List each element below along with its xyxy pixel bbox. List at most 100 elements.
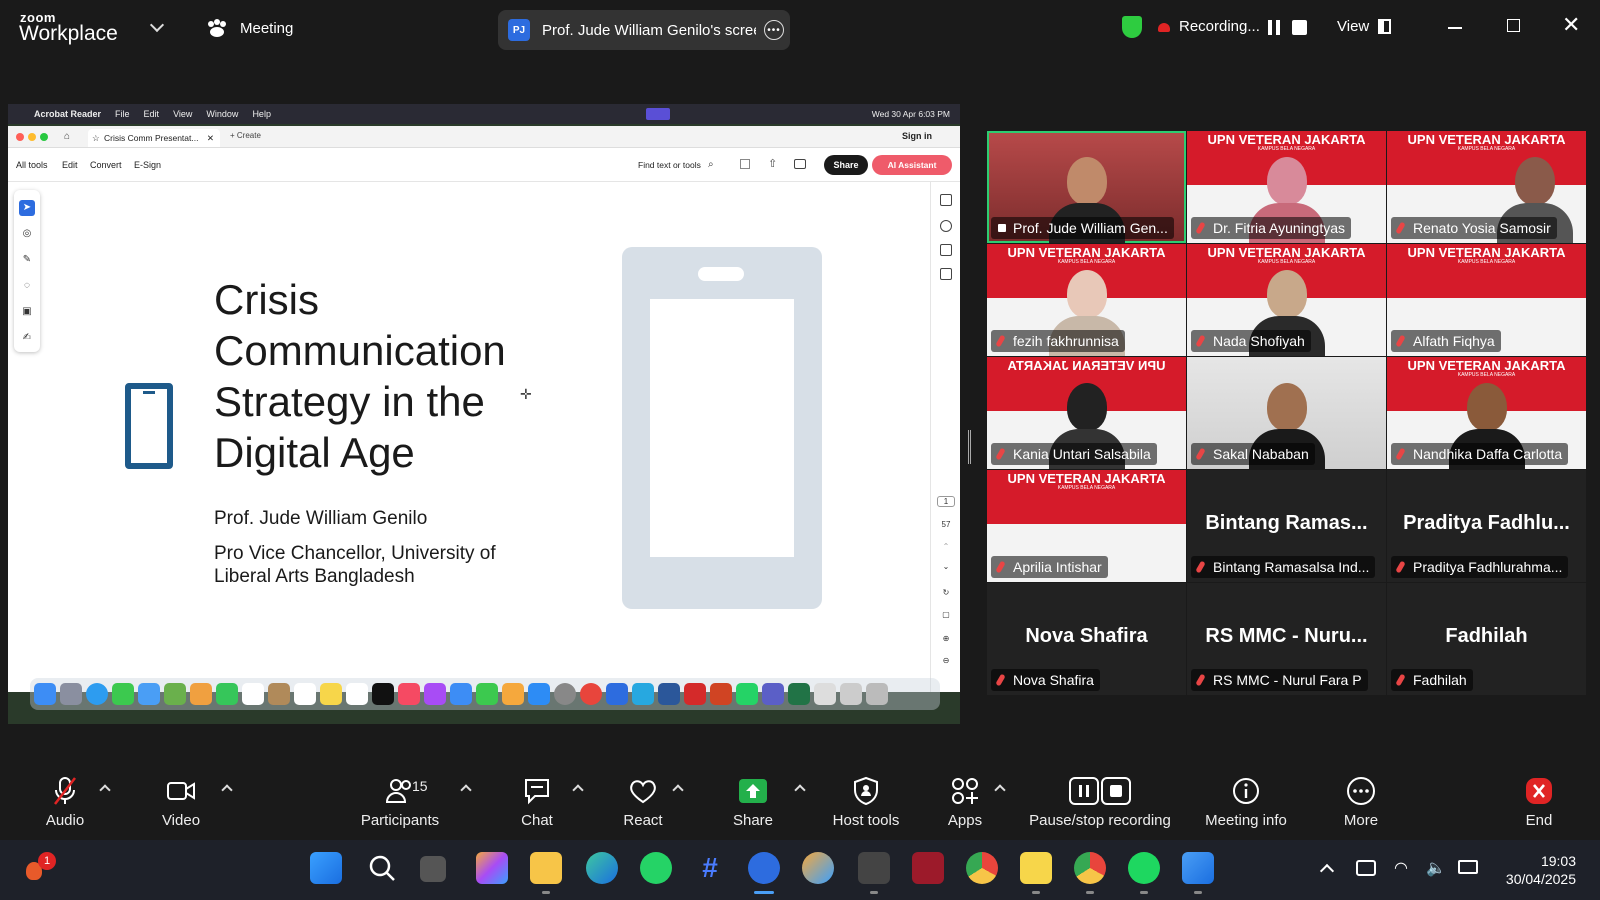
wifi-icon[interactable]: ◠ bbox=[1394, 858, 1408, 878]
close-window-icon[interactable]: ✕ bbox=[1562, 14, 1580, 36]
participant-name: Praditya Fadhlurahma... bbox=[1391, 556, 1569, 578]
mendeley-icon[interactable] bbox=[912, 852, 944, 884]
windows-taskbar: 1 # ◠ 🔈 19:03 30/04/2025 bbox=[0, 840, 1600, 900]
video-tile-off[interactable]: Praditya Fadhlu... Praditya Fadhlurahma.… bbox=[1387, 470, 1586, 582]
view-layout-icon[interactable] bbox=[1378, 19, 1391, 34]
paint-icon[interactable] bbox=[802, 852, 834, 884]
chat-button[interactable]: Chat bbox=[512, 776, 562, 829]
video-tile-off[interactable]: Bintang Ramas... Bintang Ramasalsa Ind..… bbox=[1187, 470, 1386, 582]
file-explorer-icon[interactable] bbox=[530, 852, 562, 884]
launchpad-icon bbox=[60, 683, 82, 705]
banner-subtext: KAMPUS BELA NEGARA bbox=[1057, 259, 1116, 265]
video-tile-off[interactable]: Nova Shafira Nova Shafira bbox=[987, 583, 1186, 695]
meeting-menu[interactable]: Meeting bbox=[206, 18, 293, 38]
phone-speaker bbox=[698, 267, 744, 281]
pause-stop-recording-button[interactable]: Pause/stop recording bbox=[1024, 776, 1176, 829]
audio-button[interactable]: Audio bbox=[40, 776, 90, 829]
video-options-caret-icon[interactable] bbox=[221, 784, 233, 796]
participant-name: Renato Yosia Samosir bbox=[1391, 217, 1557, 239]
split-resize-handle[interactable] bbox=[968, 430, 971, 464]
sticky-notes-icon[interactable] bbox=[1020, 852, 1052, 884]
host-tools-button[interactable]: Host tools bbox=[826, 776, 906, 829]
input-indicator-icon[interactable] bbox=[1356, 860, 1376, 876]
task-view-icon[interactable] bbox=[420, 856, 446, 882]
meeting-info-button[interactable]: Meeting info bbox=[1196, 776, 1296, 829]
start-icon[interactable] bbox=[310, 852, 342, 884]
edit-menu: Edit bbox=[62, 160, 78, 170]
minimize-icon[interactable] bbox=[1448, 27, 1462, 29]
system-clock[interactable]: 19:03 30/04/2025 bbox=[1506, 852, 1576, 888]
stop-recording-icon[interactable] bbox=[1292, 20, 1307, 35]
pause-recording-icon[interactable] bbox=[1268, 20, 1280, 35]
zoom-taskbar-icon[interactable] bbox=[748, 852, 780, 884]
spotify-icon[interactable] bbox=[1128, 852, 1160, 884]
meeting-label: Meeting bbox=[240, 19, 294, 37]
participant-display-name: Bintang Ramas... bbox=[1205, 512, 1368, 534]
whatsapp-icon[interactable] bbox=[640, 852, 672, 884]
video-tile-active-speaker[interactable]: Prof. Jude William Gen... bbox=[987, 131, 1186, 243]
chat-options-caret-icon[interactable] bbox=[572, 784, 584, 796]
chrome-icon[interactable] bbox=[966, 852, 998, 884]
participant-name: Fadhilah bbox=[1391, 669, 1473, 691]
volume-icon[interactable]: 🔈 bbox=[1426, 858, 1446, 878]
video-tile[interactable]: UPN VETERAN JAKARTA KAMPUS BELA NEGARA N… bbox=[1387, 357, 1586, 469]
participant-name: Nada Shofiyah bbox=[1191, 330, 1311, 352]
calculator-indicator bbox=[870, 891, 878, 894]
video-tile[interactable]: UPN VETERAN JAKARTA KAMPUS BELA NEGARA f… bbox=[987, 244, 1186, 356]
meeting-info-label: Meeting info bbox=[1205, 812, 1287, 829]
mac-close-icon bbox=[16, 133, 24, 141]
video-tile[interactable]: UPN VETERAN JAKARTA KAMPUS BELA NEGARA N… bbox=[1187, 244, 1386, 356]
banner-text: UPN VETERAN JAKARTA bbox=[1407, 358, 1566, 373]
more-button[interactable]: More bbox=[1336, 776, 1386, 829]
video-tile[interactable]: UPN VETERAN JAKARTA Kania Untari Salsabi… bbox=[987, 357, 1186, 469]
video-tile[interactable]: Sakal Nababan bbox=[1187, 357, 1386, 469]
pages-icon bbox=[502, 683, 524, 705]
finder-icon bbox=[34, 683, 56, 705]
bookmark-panel-icon bbox=[940, 244, 952, 256]
video-tile[interactable]: UPN VETERAN JAKARTA KAMPUS BELA NEGARA R… bbox=[1387, 131, 1586, 243]
share-screen-button[interactable]: Share bbox=[728, 776, 778, 829]
copilot-icon[interactable] bbox=[476, 852, 508, 884]
workplace-chevron-down-icon[interactable] bbox=[149, 17, 165, 33]
search-panel-icon bbox=[940, 220, 952, 232]
participants-button[interactable]: 15 Participants bbox=[356, 776, 444, 829]
slide-title: Crisis Communication Strategy in the Dig… bbox=[214, 276, 506, 476]
search-icon[interactable] bbox=[366, 852, 398, 884]
share-options-icon[interactable]: ••• bbox=[764, 20, 784, 40]
video-tile[interactable]: UPN VETERAN JAKARTA KAMPUS BELA NEGARA A… bbox=[987, 470, 1186, 582]
slack-style-icon[interactable]: # bbox=[694, 852, 726, 884]
video-tile-off[interactable]: RS MMC - Nuru... RS MMC - Nurul Fara P bbox=[1187, 583, 1386, 695]
settings-icon bbox=[554, 683, 576, 705]
clock-date: 30/04/2025 bbox=[1505, 871, 1576, 887]
edge-icon[interactable] bbox=[586, 852, 618, 884]
chrome-profile-icon[interactable] bbox=[1074, 852, 1106, 884]
react-button[interactable]: React bbox=[618, 776, 668, 829]
freeform-icon bbox=[346, 683, 368, 705]
skype-icon bbox=[632, 683, 654, 705]
participants-options-caret-icon[interactable] bbox=[460, 784, 472, 796]
reminders-icon bbox=[294, 683, 316, 705]
view-button[interactable]: View bbox=[1337, 18, 1369, 35]
video-tile[interactable]: UPN VETERAN JAKARTA KAMPUS BELA NEGARA D… bbox=[1187, 131, 1386, 243]
mac-dock bbox=[30, 678, 940, 710]
security-shield-icon[interactable] bbox=[1122, 16, 1142, 38]
show-hidden-icons-chevron-icon[interactable] bbox=[1319, 863, 1335, 879]
apps-icon bbox=[949, 776, 981, 806]
banner-subtext: KAMPUS BELA NEGARA bbox=[1257, 146, 1316, 152]
calculator-icon[interactable] bbox=[858, 852, 890, 884]
photos-app-icon[interactable] bbox=[1182, 852, 1214, 884]
restore-icon[interactable] bbox=[1507, 19, 1520, 32]
share-options-caret-icon[interactable] bbox=[794, 784, 806, 796]
participant-name: Nova Shafira bbox=[991, 669, 1100, 691]
end-meeting-button[interactable]: End bbox=[1514, 776, 1564, 829]
video-tile-off[interactable]: Fadhilah Fadhilah bbox=[1387, 583, 1586, 695]
battery-charging-icon[interactable] bbox=[1458, 860, 1478, 874]
audio-options-caret-icon[interactable] bbox=[99, 784, 111, 796]
apps-button[interactable]: Apps bbox=[940, 776, 990, 829]
participant-gallery: Prof. Jude William Gen... UPN VETERAN JA… bbox=[987, 131, 1589, 695]
video-tile[interactable]: UPN VETERAN JAKARTA KAMPUS BELA NEGARA A… bbox=[1387, 244, 1586, 356]
react-options-caret-icon[interactable] bbox=[672, 784, 684, 796]
apps-options-caret-icon[interactable] bbox=[994, 784, 1006, 796]
screen-share-indicator[interactable]: PJ Prof. Jude William Genilo's screen ••… bbox=[498, 10, 790, 50]
video-button[interactable]: Video bbox=[156, 776, 206, 829]
